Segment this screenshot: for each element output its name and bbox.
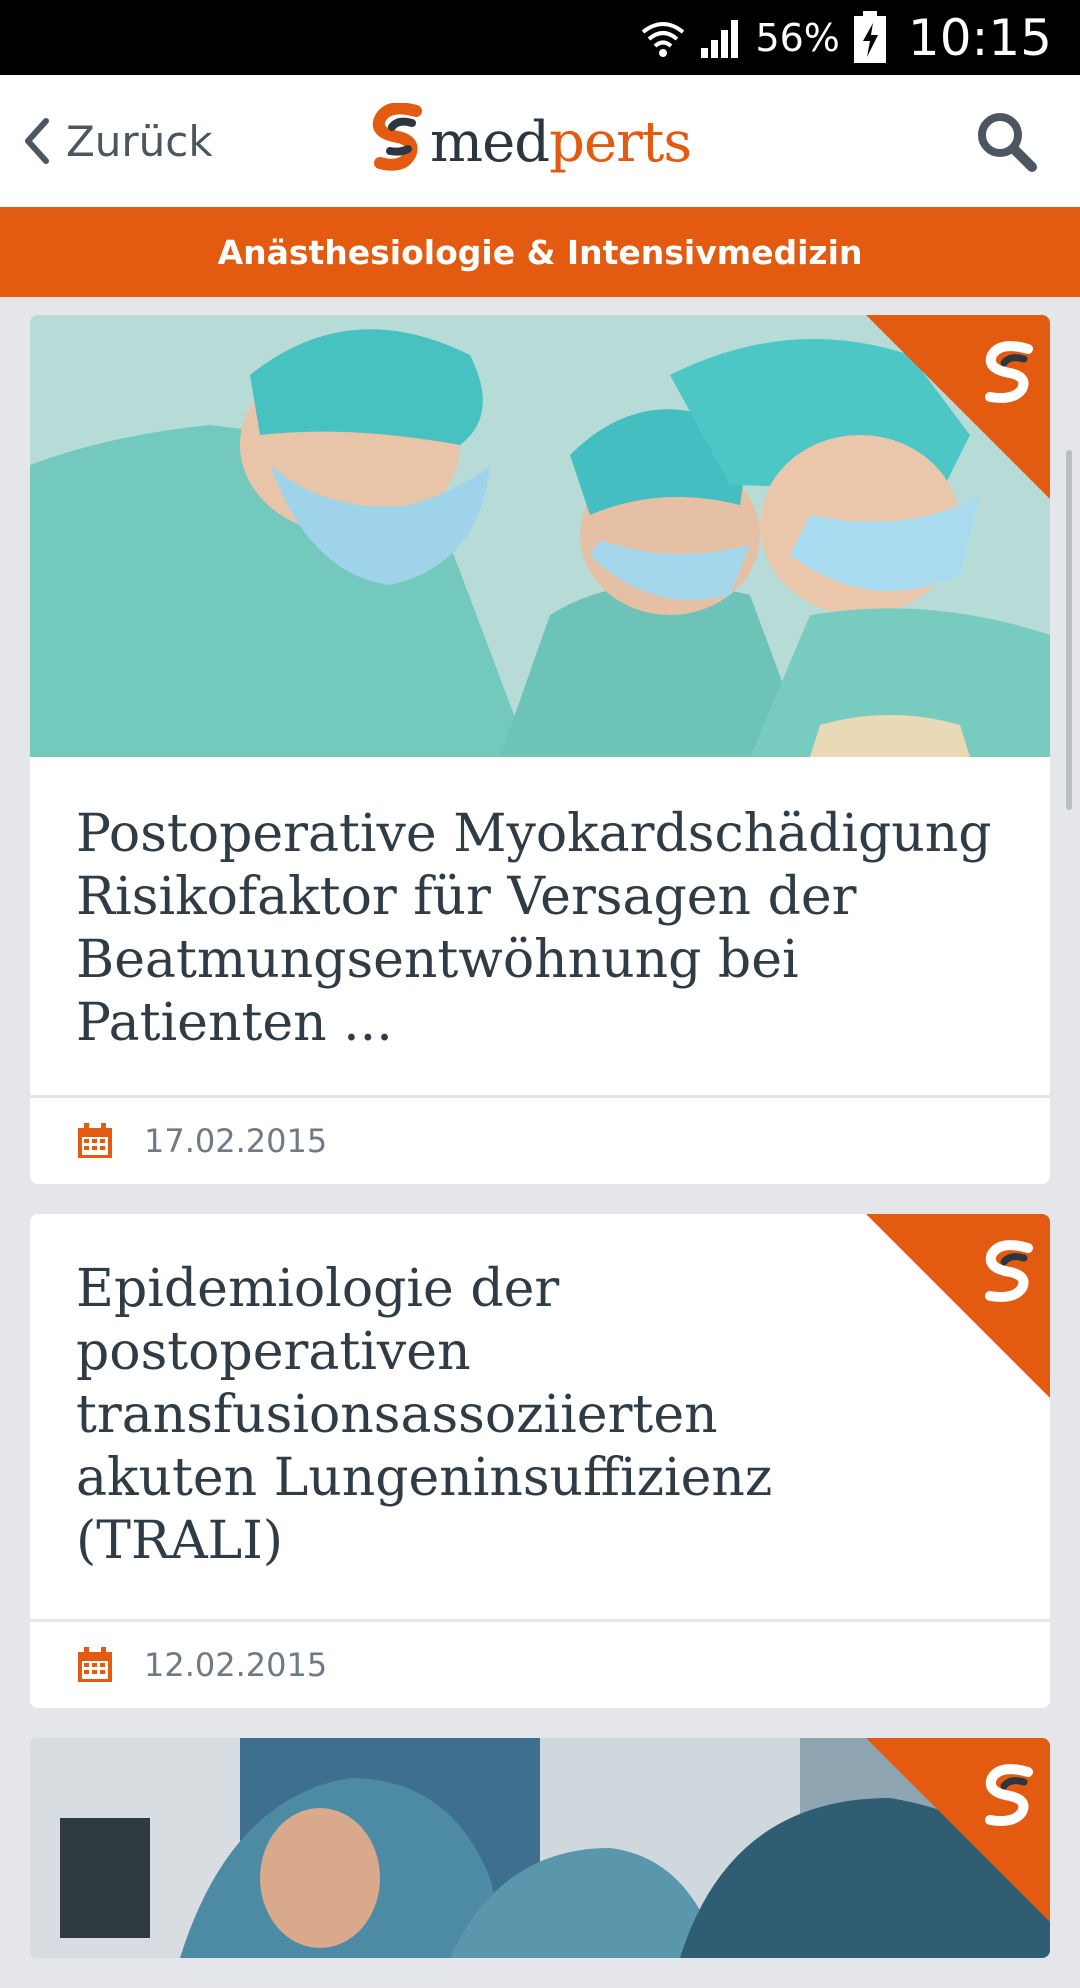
article-date: 12.02.2015 xyxy=(144,1646,328,1684)
medperts-logo-mark xyxy=(372,103,422,171)
back-button[interactable]: Zurück xyxy=(22,105,213,177)
article-meta: 17.02.2015 xyxy=(30,1095,1050,1184)
status-icons: 56% 10:15 xyxy=(639,0,1052,75)
article-card[interactable] xyxy=(30,1738,1050,1958)
medperts-corner-icon xyxy=(985,1764,1033,1826)
article-image xyxy=(30,1738,1050,1958)
category-bar: Anästhesiologie & Intensivmedizin xyxy=(0,207,1080,297)
medperts-corner-icon xyxy=(985,341,1033,403)
scrollbar[interactable] xyxy=(1066,450,1072,810)
article-date: 17.02.2015 xyxy=(144,1122,328,1160)
chevron-left-icon xyxy=(25,118,49,164)
back-label: Zurück xyxy=(66,116,213,166)
signal-icon xyxy=(701,19,739,58)
search-icon xyxy=(978,113,1037,172)
status-time: 10:15 xyxy=(907,8,1052,67)
calendar-icon xyxy=(78,1647,112,1682)
wifi-icon xyxy=(642,21,685,57)
status-bar: 56% 10:15 xyxy=(0,0,1080,75)
article-title: Postoperative Myokardschädigung Risikofa… xyxy=(76,804,992,1053)
battery-percent: 56% xyxy=(755,15,840,60)
medperts-logo: medperts xyxy=(372,97,692,187)
medperts-corner-icon xyxy=(985,1240,1033,1302)
article-card[interactable]: Epidemiologie der postoperativen transfu… xyxy=(30,1214,1050,1708)
app-header: Zurück medperts xyxy=(0,75,1080,207)
article-image xyxy=(30,315,1050,757)
article-card[interactable]: Postoperative Myokardschädigung Risikofa… xyxy=(30,315,1050,1184)
calendar-icon xyxy=(78,1123,112,1158)
article-meta: 12.02.2015 xyxy=(30,1619,1050,1708)
category-title: Anästhesiologie & Intensivmedizin xyxy=(217,232,863,272)
battery-charging-icon xyxy=(853,10,886,63)
article-feed: Postoperative Myokardschädigung Risikofa… xyxy=(30,315,1050,1988)
search-button[interactable] xyxy=(974,109,1040,175)
logo-text: medperts xyxy=(430,109,692,175)
